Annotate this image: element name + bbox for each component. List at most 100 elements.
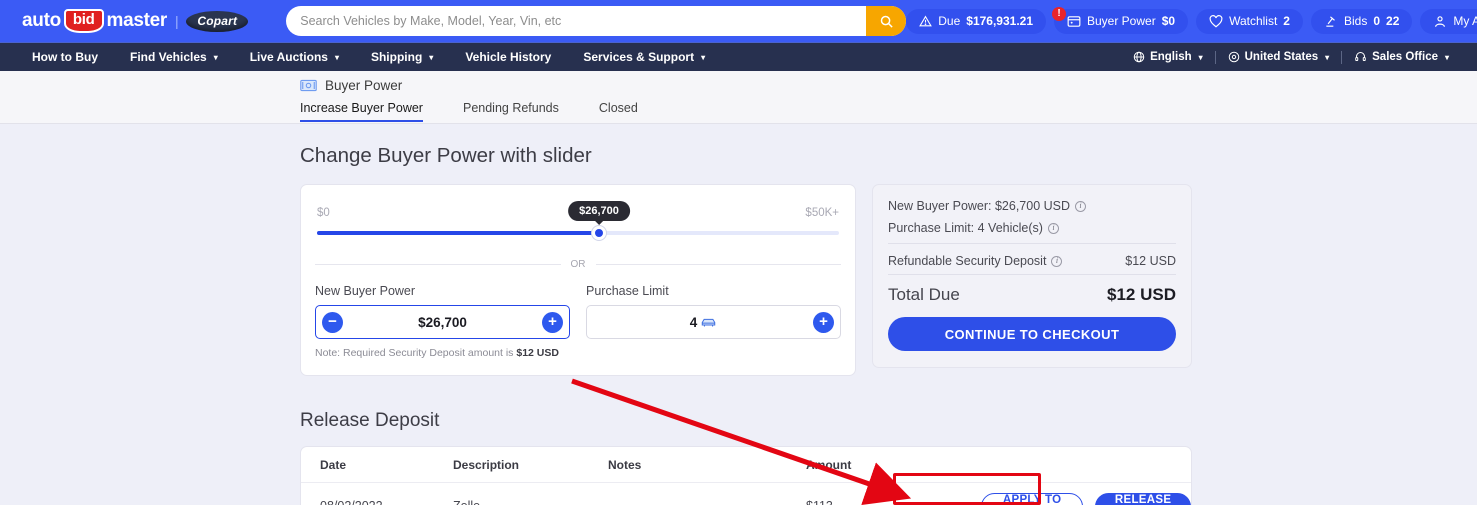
purchase-limit-stepper[interactable]: 4 + <box>586 305 841 339</box>
top-header: auto bid master | Copart Due $176,931.21… <box>0 0 1477 42</box>
summary-deposit-label: Refundable Security Deposit <box>888 254 1046 268</box>
bids-count-a: 0 <box>1373 14 1380 28</box>
slider-thumb[interactable] <box>592 226 606 240</box>
security-deposit-note: Note: Required Security Deposit amount i… <box>315 347 570 359</box>
separator-line-left <box>315 264 561 265</box>
nav-label: How to Buy <box>32 50 98 64</box>
nav-item-services-support[interactable]: Services & Support ▾ <box>567 50 721 64</box>
bids-count-b: 22 <box>1386 14 1399 28</box>
buyer-power-tabstrip: Buyer Power Increase Buyer Power Pending… <box>0 71 1477 124</box>
cell-description: Zelle <box>453 499 608 505</box>
chevron-down-icon: ▾ <box>1199 53 1203 62</box>
warning-triangle-icon <box>919 15 932 28</box>
new-buyer-power-value[interactable]: $26,700 <box>343 315 542 330</box>
table-header-row: Date Description Notes Amount <box>301 447 1191 483</box>
nav-item-find-vehicles[interactable]: Find Vehicles ▾ <box>114 50 234 64</box>
user-icon <box>1433 15 1447 28</box>
total-due-value: $12 USD <box>1107 285 1176 305</box>
release-deposit-button[interactable]: RELEASE DEPOSIT <box>1095 493 1191 505</box>
summary-divider <box>888 243 1176 244</box>
chevron-down-icon: ▾ <box>1445 53 1449 62</box>
search-bar[interactable] <box>286 6 906 36</box>
nav-item-how-to-buy[interactable]: How to Buy <box>16 50 114 64</box>
logo-part-bid: bid <box>64 9 104 33</box>
search-input[interactable] <box>286 6 866 36</box>
apply-to-balance-button[interactable]: APPLY TO BALANCE <box>981 493 1083 505</box>
tab-closed[interactable]: Closed <box>599 101 638 122</box>
nav-item-vehicle-history[interactable]: Vehicle History <box>449 50 567 64</box>
due-label: Due <box>938 14 960 28</box>
chevron-down-icon: ▾ <box>1325 53 1329 62</box>
nav-label: Find Vehicles <box>130 50 207 64</box>
buyer-power-increment-button[interactable]: + <box>542 312 563 333</box>
purchase-limit-field: Purchase Limit 4 + <box>586 284 841 359</box>
continue-to-checkout-button[interactable]: CONTINUE TO CHECKOUT <box>888 317 1176 351</box>
nav-label: Vehicle History <box>465 50 551 64</box>
nav-label: Live Auctions <box>250 50 328 64</box>
cell-amount: $113 <box>806 499 981 505</box>
new-buyer-power-stepper[interactable]: − $26,700 + <box>315 305 570 339</box>
tab-pending-refunds[interactable]: Pending Refunds <box>463 101 559 122</box>
nav-primary-items: How to Buy Find Vehicles ▾ Live Auctions… <box>16 50 721 64</box>
buyer-power-card: $0 $50K+ $26,700 OR New Buyer Power <box>300 184 856 376</box>
release-deposit-heading: Release Deposit <box>300 410 1477 432</box>
due-value: $176,931.21 <box>966 14 1033 28</box>
chevron-down-icon: ▾ <box>335 53 339 62</box>
nav-item-shipping[interactable]: Shipping ▾ <box>355 50 449 64</box>
info-icon[interactable]: i <box>1075 201 1086 212</box>
nav-item-live-auctions[interactable]: Live Auctions ▾ <box>234 50 355 64</box>
sales-office-selector[interactable]: Sales Office ▾ <box>1342 51 1461 63</box>
column-header-notes: Notes <box>608 458 806 472</box>
table-row: 08/02/2022 Zelle $113 APPLY TO BALANCE R… <box>301 483 1191 505</box>
main-navigation: How to Buy Find Vehicles ▾ Live Auctions… <box>0 42 1477 71</box>
buyer-power-slider[interactable]: $26,700 <box>315 231 841 235</box>
summary-deposit-label-wrap: Refundable Security Deposit i <box>888 254 1062 268</box>
my-account-pill[interactable]: My Account ▾ <box>1420 9 1477 34</box>
site-logo[interactable]: auto bid master | Copart <box>22 9 248 33</box>
note-prefix: Note: Required Security Deposit amount i… <box>315 347 516 359</box>
slider-fill <box>317 231 599 235</box>
new-buyer-power-field: New Buyer Power − $26,700 + Note: Requir… <box>315 284 570 359</box>
watchlist-pill[interactable]: Watchlist 2 <box>1196 9 1303 34</box>
due-pill[interactable]: Due $176,931.21 <box>906 9 1046 34</box>
language-selector[interactable]: English ▾ <box>1121 51 1215 63</box>
search-icon <box>879 14 894 29</box>
order-summary-panel: New Buyer Power: $26,700 USD i Purchase … <box>872 184 1192 368</box>
total-due-label: Total Due <box>888 285 960 305</box>
heart-icon <box>1209 15 1223 28</box>
wallet-icon <box>1067 15 1081 28</box>
country-selector[interactable]: United States ▾ <box>1216 51 1342 63</box>
slider-track[interactable] <box>317 231 839 235</box>
logo-divider: | <box>175 13 178 29</box>
alert-badge-icon: ! <box>1052 7 1066 21</box>
purchase-limit-value-wrap[interactable]: 4 <box>593 315 813 330</box>
tab-increase-buyer-power[interactable]: Increase Buyer Power <box>300 101 423 122</box>
bids-label: Bids <box>1344 14 1367 28</box>
summary-purchase-limit: Purchase Limit: 4 Vehicle(s) i <box>888 221 1176 235</box>
slider-max-label: $50K+ <box>805 207 839 219</box>
slider-and-summary-row: $0 $50K+ $26,700 OR New Buyer Power <box>300 184 1477 376</box>
buyer-power-label: Buyer Power <box>1087 14 1156 28</box>
chevron-down-icon: ▾ <box>701 53 705 62</box>
gavel-icon <box>1324 15 1338 28</box>
minus-icon: − <box>328 314 337 329</box>
buyer-power-decrement-button[interactable]: − <box>322 312 343 333</box>
nav-label: Services & Support <box>583 50 694 64</box>
column-header-amount: Amount <box>806 458 981 472</box>
car-icon <box>701 317 716 328</box>
purchase-limit-increment-button[interactable]: + <box>813 312 834 333</box>
summary-total-row: Total Due $12 USD <box>888 285 1176 305</box>
info-icon[interactable]: i <box>1048 223 1059 234</box>
chevron-down-icon: ▾ <box>214 53 218 62</box>
buyer-power-pill[interactable]: ! Buyer Power $0 <box>1054 9 1188 34</box>
bids-pill[interactable]: Bids 0 22 <box>1311 9 1412 34</box>
or-separator: OR <box>315 259 841 270</box>
section-title: Buyer Power <box>325 78 402 93</box>
purchase-limit-label: Purchase Limit <box>586 284 841 298</box>
info-icon[interactable]: i <box>1051 256 1062 267</box>
language-label: English <box>1150 51 1192 63</box>
note-amount: $12 USD <box>516 347 559 359</box>
location-icon <box>1228 51 1240 63</box>
search-button[interactable] <box>866 6 906 36</box>
globe-icon <box>1133 51 1145 63</box>
